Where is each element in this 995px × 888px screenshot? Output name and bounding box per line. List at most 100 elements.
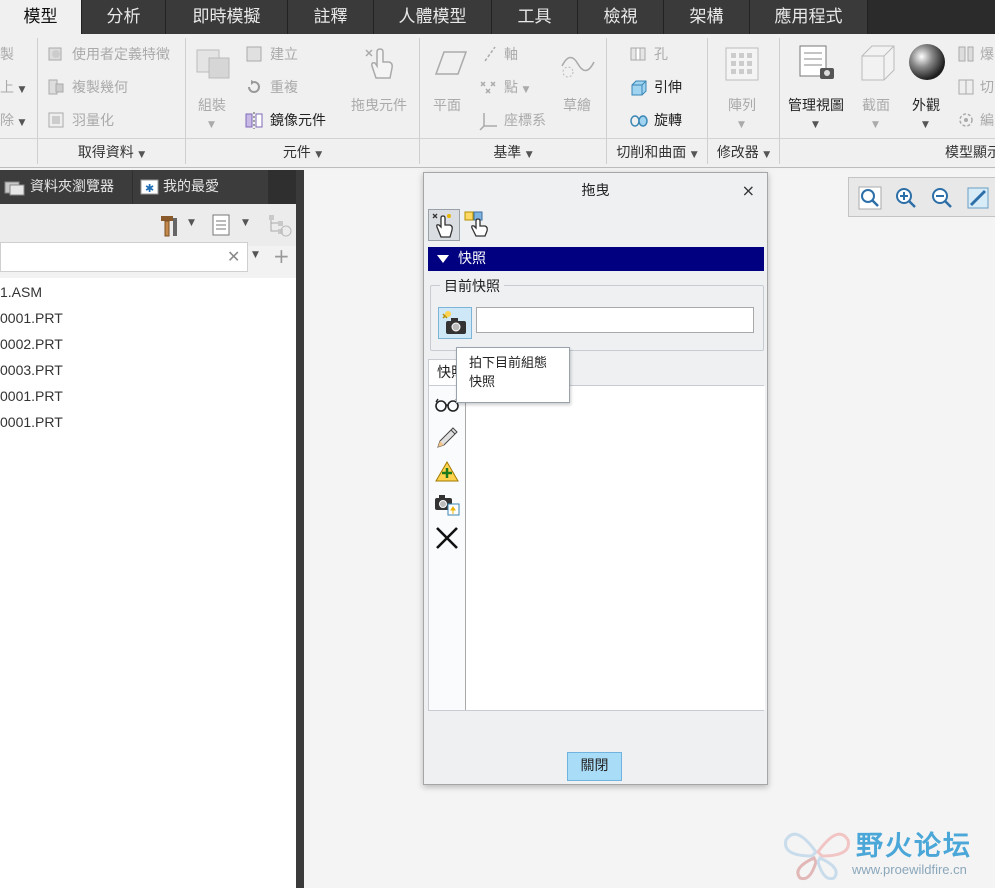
appearance-button[interactable]: 外觀 — [912, 95, 940, 115]
close-button[interactable]: 關閉 — [567, 752, 622, 781]
zoom-out-icon[interactable] — [929, 185, 955, 211]
tree-item-part[interactable]: 0001.PRT — [0, 388, 63, 404]
manage-views-button[interactable]: 管理視圖 — [788, 95, 844, 115]
axis-button[interactable]: 軸 — [504, 44, 518, 64]
dialog-close-icon[interactable]: × — [742, 181, 755, 200]
watermark-title: 野火论坛 — [856, 831, 972, 862]
plane-button[interactable]: 平面 — [433, 95, 461, 115]
ribbon-partial-item[interactable]: 製 — [0, 44, 14, 64]
camera-icon — [442, 311, 466, 334]
favorites-icon: ✱ — [140, 179, 159, 195]
extrude-button[interactable]: 引伸 — [654, 77, 682, 97]
tab-tools[interactable]: 工具 — [492, 0, 578, 34]
tab-view[interactable]: 檢視 — [578, 0, 664, 34]
assemble-dropdown[interactable]: ▼ — [208, 120, 215, 130]
zoom-in-icon[interactable] — [893, 185, 919, 211]
show-list-icon[interactable] — [210, 213, 234, 237]
copy-geometry-button[interactable]: 複製幾何 — [72, 77, 128, 97]
section-dropdown[interactable]: ▼ — [872, 120, 879, 130]
group-modifier[interactable]: 修改器 ▼ — [708, 138, 779, 168]
tree-filter-icon[interactable] — [266, 213, 294, 239]
ribbon-partial-item[interactable]: 上 ▼ — [0, 77, 25, 97]
tree-item-part[interactable]: 0001.PRT — [0, 310, 63, 326]
revolve-button[interactable]: 旋轉 — [654, 110, 682, 130]
body-drag-button[interactable] — [462, 209, 494, 241]
tree-item-part[interactable]: 0001.PRT — [0, 414, 63, 430]
sketch-button[interactable]: 草繪 — [563, 95, 591, 115]
refit-icon[interactable] — [857, 185, 883, 211]
create-icon — [246, 46, 262, 62]
tab-analysis[interactable]: 分析 — [82, 0, 166, 34]
update-snapshot-button[interactable] — [433, 458, 461, 486]
hole-button[interactable]: 孔 — [654, 44, 668, 64]
ribbon-partial-item[interactable]: 除 ▼ — [0, 110, 25, 130]
group-datum[interactable]: 基準 ▼ — [420, 138, 606, 168]
tab-model[interactable]: 模型 — [0, 0, 82, 34]
model-tree: 1.ASM 0001.PRT 0002.PRT 0003.PRT 0001.PR… — [0, 278, 296, 888]
explode-button[interactable]: 爆 — [980, 44, 994, 64]
tab-applications[interactable]: 應用程式 — [750, 0, 868, 34]
tab-annotate[interactable]: 註釋 — [288, 0, 374, 34]
tree-item-part[interactable]: 0002.PRT — [0, 336, 63, 352]
tab-live-simulation[interactable]: 即時模擬 — [166, 0, 288, 34]
tab-folder-browser[interactable]: 資料夾瀏覽器 — [0, 170, 132, 204]
navigator-tabs: 資料夾瀏覽器 ✱ 我的最愛 — [0, 170, 300, 204]
camera-import-icon — [435, 495, 460, 516]
plane-icon — [434, 51, 468, 75]
pattern-dropdown[interactable]: ▼ — [738, 120, 745, 130]
tools-icon[interactable] — [157, 212, 181, 238]
tab-favorites[interactable]: ✱ 我的最愛 — [133, 170, 268, 204]
repaint-icon[interactable] — [965, 185, 991, 211]
manage-views-icon — [799, 45, 834, 79]
shrinkwrap-button[interactable]: 羽量化 — [72, 110, 114, 130]
add-filter-icon[interactable]: + — [273, 244, 290, 268]
tree-item-assembly[interactable]: 1.ASM — [0, 284, 42, 300]
tab-manikin[interactable]: 人體模型 — [374, 0, 492, 34]
drag-dialog: 拖曳 × 快照 目前快照 快照 — [423, 172, 768, 785]
cut-view-button[interactable]: 切 — [980, 77, 994, 97]
create-button[interactable]: 建立 — [270, 44, 298, 64]
point-button[interactable]: 點 ▼ — [504, 77, 529, 97]
navigator-panel: 資料夾瀏覽器 ✱ 我的最愛 ▼ ▼ ✕ ▼ + 1.ASM 0001.PRT 0… — [0, 170, 304, 888]
navigator-toolbar: ▼ ▼ — [0, 204, 300, 246]
cut-view-icon — [958, 79, 974, 95]
snapshot-list[interactable] — [465, 386, 765, 710]
import-snapshot-button[interactable] — [433, 490, 461, 518]
csys-button[interactable]: 座標系 — [504, 110, 546, 130]
show-dropdown[interactable]: ▼ — [242, 218, 249, 228]
revolve-icon — [630, 115, 648, 127]
group-get-data[interactable]: 取得資料 ▼ — [38, 138, 185, 168]
take-snapshot-button[interactable] — [438, 307, 472, 339]
view-toolbar — [848, 177, 995, 217]
edit-snapshot-button[interactable] — [433, 424, 461, 452]
udf-button[interactable]: 使用者定義特徵 — [72, 44, 170, 64]
panel-splitter[interactable] — [296, 170, 304, 888]
group-component[interactable]: 元件 ▼ — [186, 138, 419, 168]
manage-views-dropdown[interactable]: ▼ — [812, 120, 819, 130]
point-drag-button[interactable] — [428, 209, 460, 241]
delete-icon — [436, 527, 458, 549]
clear-search-icon[interactable]: ✕ — [227, 247, 240, 266]
shrinkwrap-icon — [48, 112, 64, 128]
delete-snapshot-button[interactable] — [433, 524, 461, 552]
repeat-button[interactable]: 重複 — [270, 77, 298, 97]
search-input[interactable]: ✕ — [0, 242, 248, 272]
pattern-icon — [725, 47, 759, 81]
edit-position-button[interactable]: 編 — [980, 110, 994, 130]
tree-item-part[interactable]: 0003.PRT — [0, 362, 63, 378]
appearance-dropdown[interactable]: ▼ — [922, 120, 929, 130]
pattern-button[interactable]: 陣列 — [728, 95, 756, 115]
drag-component-button[interactable]: 拖曳元件 — [351, 95, 407, 115]
group-model-display[interactable]: 模型顯示 — [780, 138, 995, 168]
tooltip-line: 拍下目前組態 — [469, 356, 548, 371]
assemble-button[interactable]: 組裝 — [198, 95, 226, 115]
snapshots-section-header[interactable]: 快照 — [428, 247, 764, 271]
snapshot-name-input[interactable] — [476, 307, 754, 333]
search-dropdown[interactable]: ▼ — [252, 250, 259, 260]
group-cut-surface[interactable]: 切削和曲面 ▼ — [607, 138, 707, 168]
section-button[interactable]: 截面 — [862, 95, 890, 115]
body-drag-icon — [464, 211, 488, 237]
tools-dropdown[interactable]: ▼ — [188, 218, 195, 228]
tab-framework[interactable]: 架構 — [664, 0, 750, 34]
mirror-component-button[interactable]: 鏡像元件 — [270, 110, 326, 130]
